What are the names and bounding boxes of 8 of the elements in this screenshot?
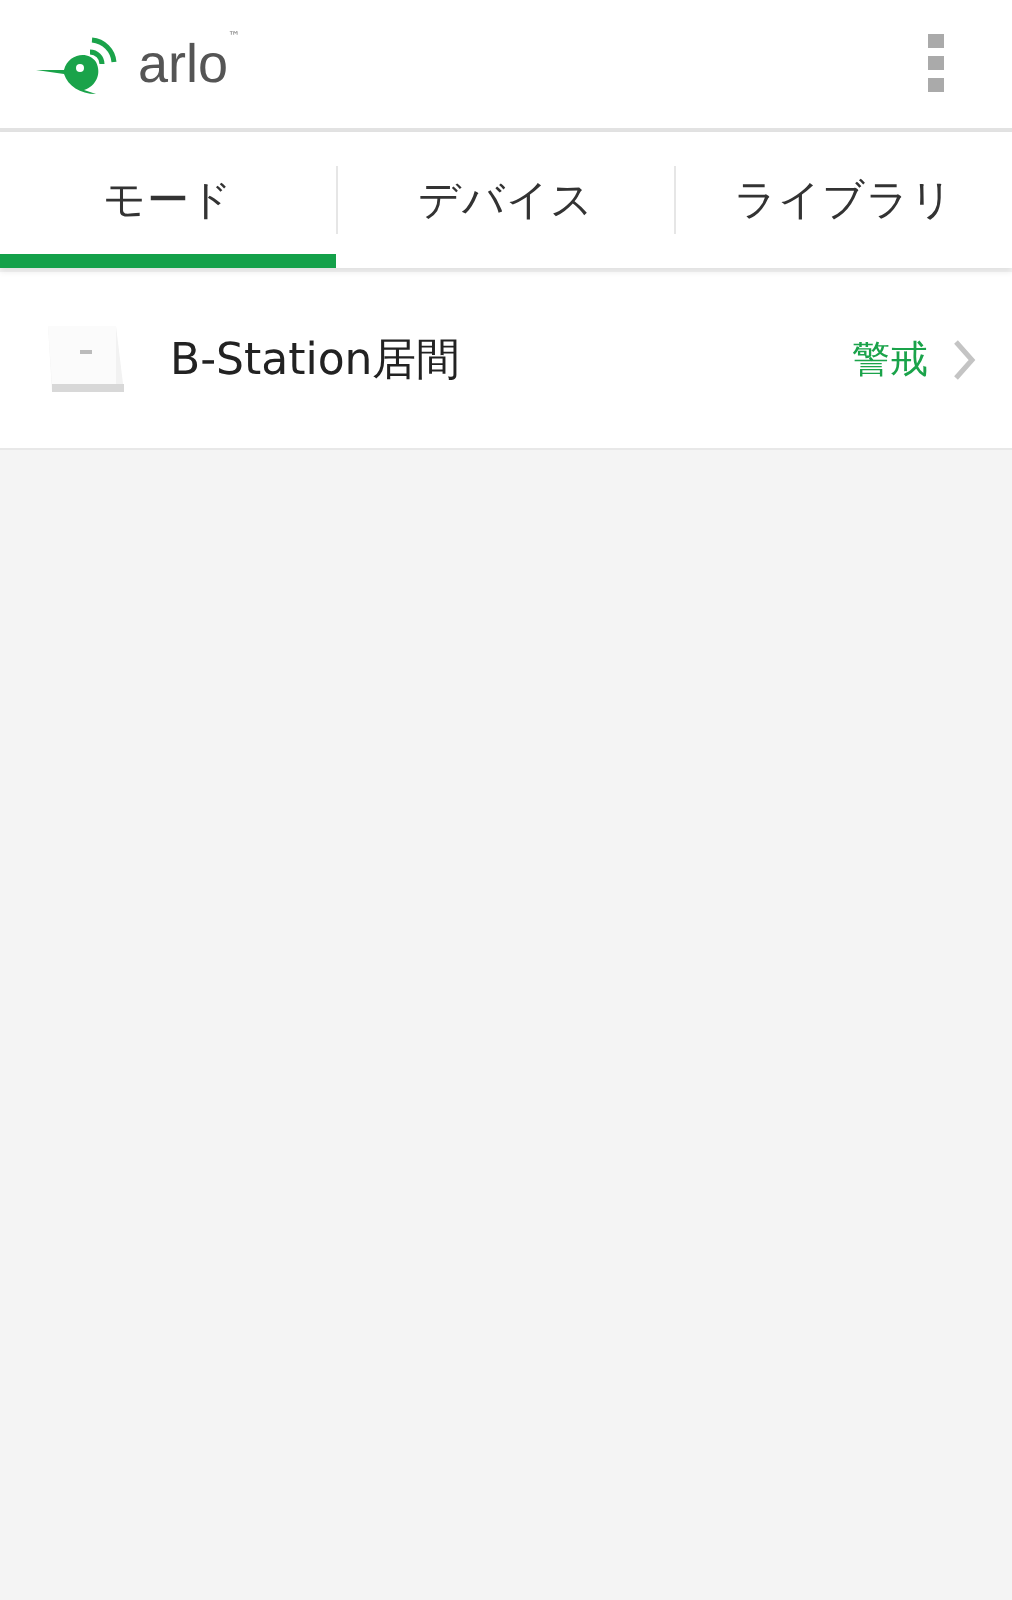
chevron-right-icon bbox=[952, 338, 976, 382]
device-name: B-Station居間 bbox=[170, 334, 463, 390]
mode-status: 警戒 bbox=[852, 336, 928, 386]
tab[interactable]: ライブラリ bbox=[676, 132, 1012, 268]
logo-text: arlo bbox=[138, 33, 229, 95]
tab[interactable]: デバイス bbox=[338, 132, 674, 268]
device-row[interactable]: B-Station居間 警戒 bbox=[0, 272, 1012, 450]
more-menu-icon[interactable] bbox=[928, 34, 944, 94]
